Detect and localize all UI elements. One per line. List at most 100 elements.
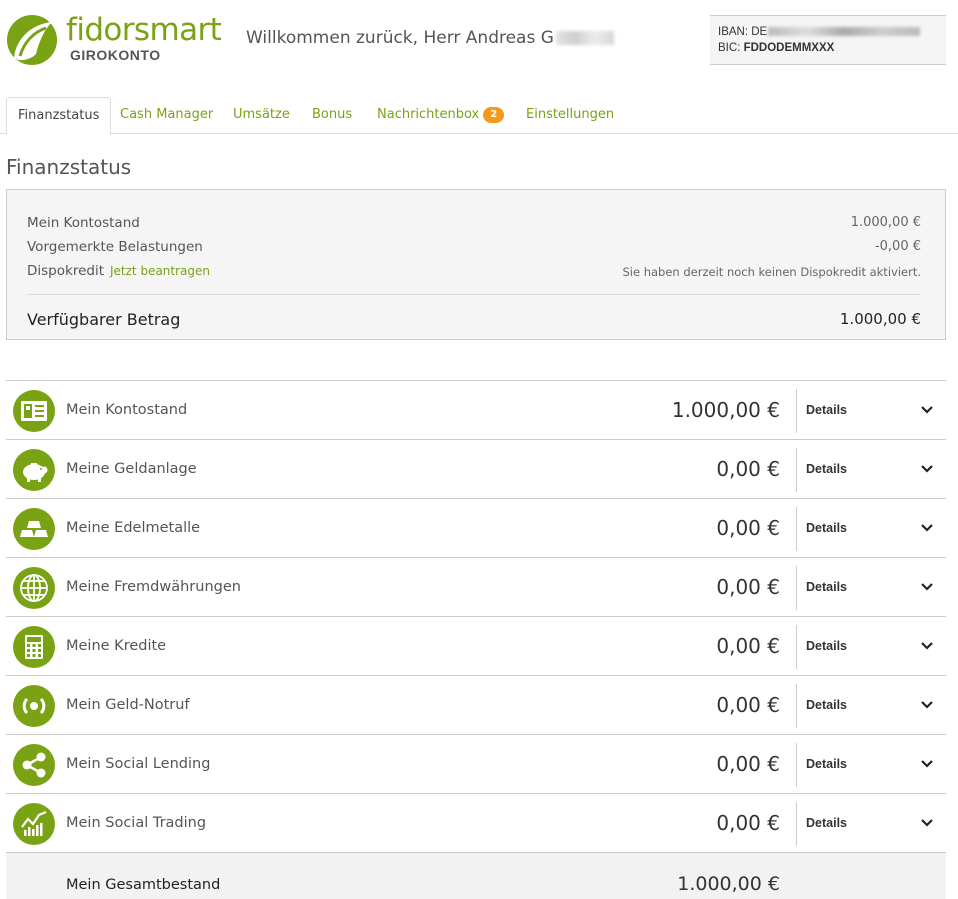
signal-icon [13,685,55,727]
asset-label: Meine Geldanlage [66,461,197,477]
asset-label: Mein Kontostand [66,402,188,418]
asset-label: Meine Kredite [66,638,167,654]
brand-name-part2: smart [133,12,222,48]
summary-row-kontostand: Mein Kontostand 1.000,00 € [27,215,921,231]
bic-value: FDDODEMMXXX [743,42,835,54]
tab-nachrichtenbox[interactable]: Nachrichtenbox 2 [377,97,505,134]
details-button[interactable]: Details [806,462,847,476]
globe-icon [13,567,55,609]
details-button[interactable]: Details [806,580,847,594]
asset-label: Mein Social Trading [66,815,207,831]
tab-finanzstatus[interactable]: Finanzstatus [6,97,112,135]
asset-amount: 0,00 € [716,634,780,658]
brand-name: fidorsmart [66,12,222,48]
row-divider [796,743,797,787]
row-divider [796,566,797,610]
row-divider [796,802,797,846]
asset-amount: 1.000,00 € [671,398,780,422]
available-label: Verfügbarer Betrag [27,310,181,329]
grand-total-row: Mein Gesamtbestand 1.000,00 € [6,852,946,899]
dispo-value: Sie haben derzeit noch keinen Dispokredi… [622,265,921,279]
vorgemerkt-value: -0,00 € [874,239,921,254]
asset-amount: 0,00 € [716,811,780,835]
piggy-bank-icon [13,449,55,491]
iban-line: IBAN: DE [718,24,946,40]
dispo-label: Dispokredit [27,263,104,279]
details-button[interactable]: Details [806,521,847,535]
chevron-down-icon[interactable] [920,582,934,592]
tab-bonus[interactable]: Bonus [312,97,352,134]
tab-umsaetze[interactable]: Umsätze [233,97,290,134]
asset-row[interactable]: Meine Geldanlage 0,00 € Details [6,439,946,498]
details-button[interactable]: Details [806,403,847,417]
details-button[interactable]: Details [806,639,847,653]
details-button[interactable]: Details [806,757,847,771]
account-info: IBAN: DE BIC: FDDODEMMXXX [710,15,946,65]
asset-row[interactable]: Mein Kontostand 1.000,00 € Details [6,380,946,439]
chevron-down-icon[interactable] [920,523,934,533]
fidor-logo [7,15,57,65]
welcome-text: Willkommen zurück, Herr Andreas G [246,28,554,48]
asset-amount: 0,00 € [716,575,780,599]
main-tabs: Finanzstatus Cash Manager Umsätze Bonus … [0,97,958,135]
asset-label: Mein Geld-Notruf [66,697,190,713]
asset-amount: 0,00 € [716,457,780,481]
chevron-down-icon[interactable] [920,759,934,769]
redacted-name [555,31,614,45]
chevron-down-icon[interactable] [920,641,934,651]
row-divider [796,684,797,728]
summary-panel: Mein Kontostand 1.000,00 € Vorgemerkte B… [6,189,946,340]
chevron-down-icon[interactable] [920,818,934,828]
details-button[interactable]: Details [806,698,847,712]
asset-row[interactable]: Mein Geld-Notruf 0,00 € Details [6,675,946,734]
chevron-down-icon[interactable] [920,405,934,415]
details-button[interactable]: Details [806,816,847,830]
chevron-down-icon[interactable] [920,700,934,710]
welcome-message: Willkommen zurück, Herr Andreas G [246,28,614,48]
available-value: 1.000,00 € [839,310,921,328]
asset-amount: 0,00 € [716,516,780,540]
tab-einstellungen[interactable]: Einstellungen [526,97,614,134]
asset-label: Mein Social Lending [66,756,211,772]
asset-row[interactable]: Mein Social Lending 0,00 € Details [6,734,946,793]
summary-row-vorgemerkt: Vorgemerkte Belastungen -0,00 € [27,239,921,255]
summary-row-dispo: Dispokredit Jetzt beantragen Sie haben de… [27,263,921,279]
kontostand-label: Mein Kontostand [27,215,140,231]
brand-subtitle: GIROKONTO [70,47,161,63]
account-card-icon [13,390,55,432]
brand: fidorsmart GIROKONTO [66,12,222,63]
gold-bars-icon [13,508,55,550]
asset-row[interactable]: Meine Edelmetalle 0,00 € Details [6,498,946,557]
summary-row-available: Verfügbarer Betrag 1.000,00 € [27,310,921,329]
row-divider [796,625,797,669]
summary-divider [27,294,921,295]
trading-chart-icon [13,803,55,845]
row-divider [796,448,797,492]
asset-label: Meine Fremdwährungen [66,579,241,595]
share-icon [13,744,55,786]
dispo-apply-link[interactable]: Jetzt beantragen [110,264,210,278]
bic-line: BIC: FDDODEMMXXX [718,40,946,56]
asset-row[interactable]: Meine Fremdwährungen 0,00 € Details [6,557,946,616]
asset-label: Meine Edelmetalle [66,520,201,536]
asset-row[interactable]: Mein Social Trading 0,00 € Details [6,793,946,852]
grand-total-label: Mein Gesamtbestand [66,877,221,893]
vorgemerkt-label: Vorgemerkte Belastungen [27,239,203,255]
tab-nachrichtenbox-label: Nachrichtenbox [377,107,480,122]
page-title: Finanzstatus [6,155,132,179]
grand-total-amount: 1.000,00 € [677,873,780,895]
asset-amount: 0,00 € [716,693,780,717]
asset-row[interactable]: Meine Kredite 0,00 € Details [6,616,946,675]
asset-amount: 0,00 € [716,752,780,776]
bic-label: BIC: [718,42,741,54]
asset-list: Mein Kontostand 1.000,00 € Details Meine… [6,380,946,852]
row-divider [796,389,797,433]
redacted-iban [768,27,921,37]
iban-label: IBAN: DE [718,26,768,38]
calculator-icon [13,626,55,668]
brand-name-part1: fidor [66,12,135,48]
unread-badge: 2 [483,107,505,123]
chevron-down-icon[interactable] [920,464,934,474]
tab-cash-manager[interactable]: Cash Manager [120,97,213,134]
row-divider [796,507,797,551]
